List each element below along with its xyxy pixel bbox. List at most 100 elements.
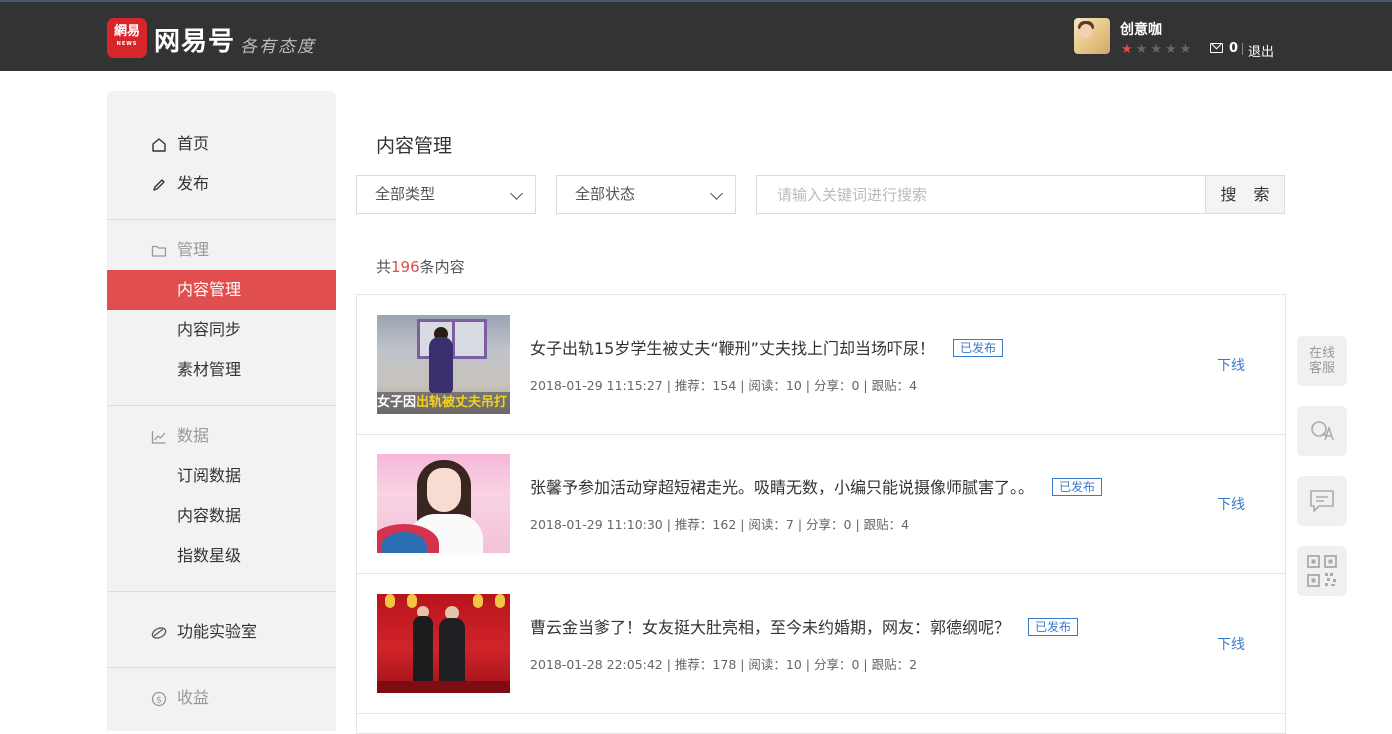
qrcode-button[interactable]: [1297, 546, 1347, 596]
star-filled-icon: ★: [1121, 42, 1136, 57]
star-empty-icon: ★: [1179, 42, 1195, 57]
feedback-chat-icon: [1310, 490, 1334, 512]
sidebar-item-label: 内容同步: [177, 320, 242, 339]
search-button[interactable]: 搜 索: [1205, 175, 1285, 214]
status-badge: 已发布: [1052, 478, 1103, 496]
offline-link[interactable]: 下线: [1217, 634, 1245, 654]
sidebar-item-content-sync[interactable]: 内容同步: [107, 310, 336, 350]
count-suffix: 条内容: [419, 258, 465, 276]
sidebar-item-label: 指数星级: [177, 546, 242, 565]
avatar[interactable]: [1074, 18, 1110, 54]
logo-mark-sub: NEWS: [116, 41, 138, 47]
chevron-down-icon: [710, 187, 723, 200]
sidebar-group-revenue[interactable]: $ 收益: [107, 678, 336, 718]
content-count: 共196条内容: [376, 256, 465, 277]
logo-mark: 網易: [113, 24, 140, 39]
thumbnail-caption: 女子因出轨被丈夫吊打: [377, 392, 510, 414]
top-header: 網易 NEWS 网易号 各有态度 创意咖 ★★★★★ 0 退出: [0, 0, 1392, 71]
sidebar-divider: [107, 405, 336, 406]
sidebar-item-subscribe-data[interactable]: 订阅数据: [107, 456, 336, 496]
sidebar-item-label: 功能实验室: [177, 622, 258, 641]
sidebar-item-label: 素材管理: [177, 360, 242, 379]
type-select[interactable]: 全部类型: [356, 175, 536, 214]
thumbnail-caption-yellow: 出轨被丈夫吊打: [416, 395, 508, 410]
star-empty-icon: ★: [1135, 42, 1151, 57]
list-item: 女子因出轨被丈夫吊打 女子出轨15岁学生被丈夫“鞭刑”丈夫找上门却当场吓尿！ 已发…: [357, 295, 1285, 435]
sidebar-item-publish[interactable]: 发布: [107, 164, 336, 204]
search-input[interactable]: [756, 175, 1206, 214]
sidebar-group-data[interactable]: 数据: [107, 416, 336, 456]
sidebar-item-home[interactable]: 首页: [107, 124, 336, 164]
article-title[interactable]: 女子出轨15岁学生被丈夫“鞭刑”丈夫找上门却当场吓尿！: [530, 339, 935, 358]
thumbnail-caption-white: 女子因: [377, 395, 417, 410]
article-title[interactable]: 曹云金当爹了！女友挺大肚亮相，至今未约婚期，网友：郭德纲呢？: [530, 618, 1010, 637]
qa-button[interactable]: [1297, 406, 1347, 456]
dollar-icon: $: [151, 691, 167, 707]
count-prefix: 共: [376, 258, 392, 276]
content-list: 女子因出轨被丈夫吊打 女子出轨15岁学生被丈夫“鞭刑”丈夫找上门却当场吓尿！ 已发…: [356, 294, 1286, 734]
article-thumbnail[interactable]: [377, 454, 510, 553]
sidebar-item-label: 发布: [177, 174, 210, 193]
logout-link[interactable]: 退出: [1248, 41, 1274, 60]
sidebar-item-feature-lab[interactable]: 功能实验室: [107, 612, 336, 652]
online-service-button[interactable]: 在线客服: [1297, 336, 1347, 386]
rating-stars: ★★★★★: [1121, 42, 1194, 57]
sidebar-item-material-manage[interactable]: 素材管理: [107, 350, 336, 390]
qrcode-icon: [1307, 555, 1337, 587]
article-thumbnail[interactable]: 女子因出轨被丈夫吊打: [377, 315, 510, 414]
article-title-line: 曹云金当爹了！女友挺大肚亮相，至今未约婚期，网友：郭德纲呢？ 已发布: [530, 614, 1079, 638]
netease-logo-icon[interactable]: 網易 NEWS: [107, 18, 147, 58]
article-title-line: 女子出轨15岁学生被丈夫“鞭刑”丈夫找上门却当场吓尿！ 已发布: [530, 335, 1003, 359]
sidebar-divider: [107, 219, 336, 220]
article-title[interactable]: 张馨予参加活动穿超短裙走光。吸睛无数，小编只能说摄像师腻害了。。: [530, 478, 1034, 497]
sidebar-item-label: 内容数据: [177, 506, 242, 525]
lab-icon: [151, 627, 167, 639]
username[interactable]: 创意咖: [1120, 19, 1162, 39]
home-icon: [152, 138, 166, 152]
folder-icon: [151, 245, 167, 257]
article-thumbnail[interactable]: [377, 594, 510, 693]
star-empty-icon: ★: [1150, 42, 1165, 57]
mail-icon[interactable]: [1210, 43, 1223, 53]
article-title-line: 张馨予参加活动穿超短裙走光。吸睛无数，小编只能说摄像师腻害了。。 已发布: [530, 474, 1103, 498]
sidebar-item-label: 数据: [177, 426, 210, 445]
sidebar-item-index-rating[interactable]: 指数星级: [107, 536, 336, 576]
sidebar-item-label: 内容管理: [177, 280, 242, 299]
logo-text[interactable]: 网易号: [154, 21, 235, 58]
star-empty-icon: ★: [1164, 42, 1180, 57]
sidebar-group-manage[interactable]: 管理: [107, 230, 336, 270]
list-item: 曹云金当爹了！女友挺大肚亮相，至今未约婚期，网友：郭德纲呢？ 已发布 2018-0…: [357, 574, 1285, 714]
page-title: 内容管理: [376, 135, 453, 157]
article-meta: 2018-01-29 11:10:30 | 推荐：162 | 阅读：7 | 分享…: [530, 517, 910, 532]
article-meta: 2018-01-28 22:05:42 | 推荐：178 | 阅读：10 | 分…: [530, 657, 918, 672]
sidebar-item-label: 管理: [177, 240, 210, 259]
svg-text:$: $: [156, 696, 162, 706]
slogan: 各有态度: [240, 37, 316, 57]
type-select-value: 全部类型: [375, 185, 436, 203]
sidebar-item-label: 收益: [177, 688, 210, 707]
offline-link[interactable]: 下线: [1217, 355, 1245, 375]
chevron-down-icon: [510, 187, 523, 200]
feedback-button[interactable]: [1297, 476, 1347, 526]
sidebar-divider: [107, 591, 336, 592]
sidebar-divider: [107, 667, 336, 668]
list-item: 张馨予参加活动穿超短裙走光。吸睛无数，小编只能说摄像师腻害了。。 已发布 2018…: [357, 434, 1285, 574]
offline-link[interactable]: 下线: [1217, 494, 1245, 514]
status-select[interactable]: 全部状态: [556, 175, 736, 214]
sidebar-item-content-data[interactable]: 内容数据: [107, 496, 336, 536]
sidebar-item-content-manage[interactable]: 内容管理: [107, 270, 336, 310]
pencil-icon: [153, 179, 165, 191]
article-meta: 2018-01-29 11:15:27 | 推荐：154 | 阅读：10 | 分…: [530, 378, 918, 393]
message-count[interactable]: 0: [1229, 41, 1238, 56]
online-service-label: 在线客服: [1308, 346, 1335, 376]
qa-icon: [1311, 421, 1334, 441]
status-badge: 已发布: [1028, 618, 1079, 636]
sidebar-item-label: 订阅数据: [177, 466, 242, 485]
status-select-value: 全部状态: [575, 185, 636, 203]
chart-icon: [151, 431, 166, 444]
divider: [1242, 43, 1243, 55]
count-number: 196: [391, 258, 420, 276]
sidebar: 首页 发布 管理 内容管理 内容同步 素材管理 数据 订阅数据 内容数据 指数星…: [107, 91, 336, 731]
sidebar-item-label: 首页: [177, 134, 210, 153]
status-badge: 已发布: [952, 339, 1003, 357]
